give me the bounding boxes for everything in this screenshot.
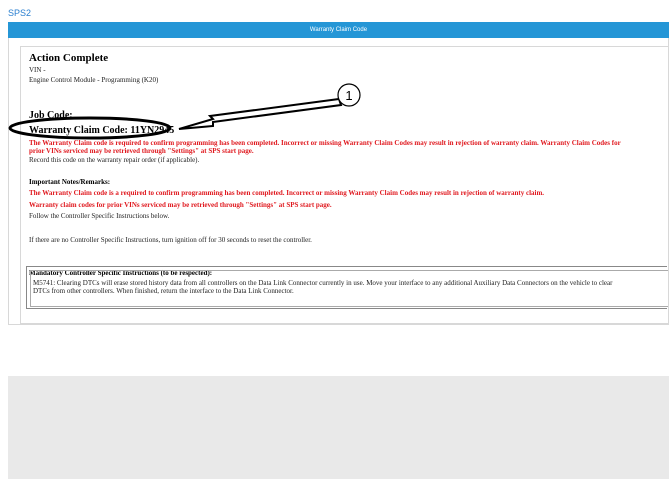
highlight-ellipse <box>8 116 172 140</box>
callout-number: 1 <box>345 88 352 103</box>
callout-arrow <box>178 97 343 130</box>
annotation-overlay: 1 <box>8 83 361 140</box>
